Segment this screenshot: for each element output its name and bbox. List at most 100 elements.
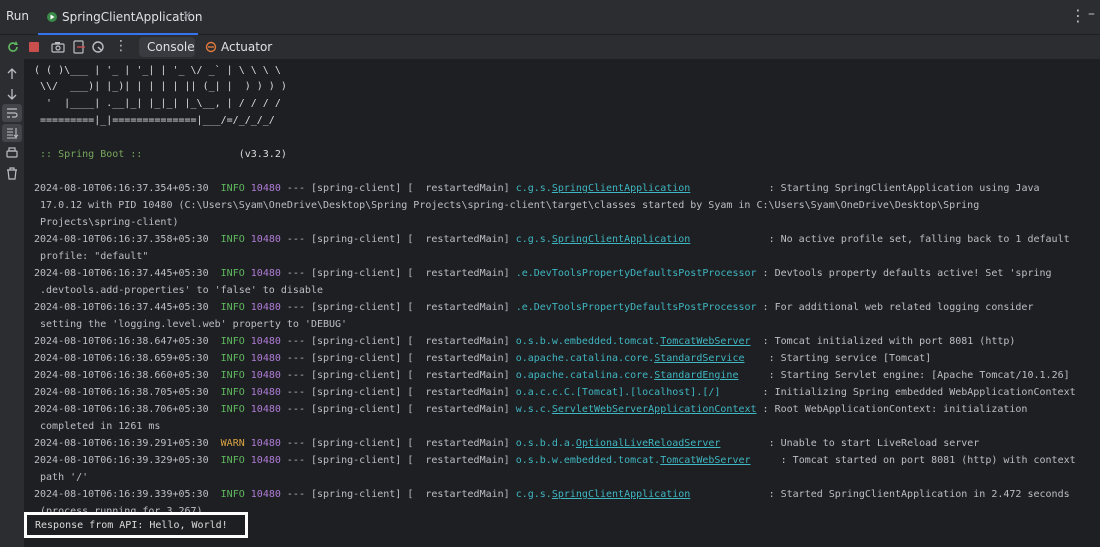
log-thread: --- [spring-client] [ restartedMain] — [280, 404, 516, 415]
console-output[interactable]: ( ( )\___ | '_ | '_| | '_ \/ _` | \ \ \ … — [24, 59, 1100, 547]
log-thread: --- [spring-client] [ restartedMain] — [280, 183, 516, 194]
log-line: 2024-08-10T06:16:39.339+05:30 INFO 10480… — [34, 487, 1070, 503]
log-logger-link[interactable]: StandardEngine — [654, 370, 738, 381]
log-message: : Tomcat initialized with port 8081 (htt… — [756, 336, 1016, 347]
log-logger-link[interactable]: ServletWebServerApplicationContext — [552, 404, 757, 415]
log-line: 2024-08-10T06:16:38.659+05:30 INFO 10480… — [34, 351, 931, 367]
soft-wrap-icon[interactable] — [4, 105, 20, 121]
log-logger: o.s.b.d.a. — [515, 438, 576, 449]
log-thread: --- [spring-client] [ restartedMain] — [280, 268, 516, 279]
log-continuation: profile: "default" — [34, 251, 149, 262]
log-padding — [738, 370, 762, 381]
log-logger-link[interactable]: StandardService — [654, 353, 744, 364]
print-icon[interactable] — [4, 145, 20, 161]
run-app-icon — [47, 12, 57, 22]
scroll-to-end-icon[interactable] — [4, 125, 20, 141]
banner-line: \\/ ___)| |_)| | | | | || (_| | ) ) ) ) — [34, 81, 287, 92]
log-logger-link[interactable]: OptionalLiveReloadServer — [576, 438, 721, 449]
log-level: INFO — [220, 387, 245, 398]
log-padding — [745, 353, 763, 364]
spring-boot-version: (v3.3.2) — [148, 149, 287, 160]
log-timestamp: 2024-08-10T06:16:38.659+05:30 — [34, 353, 209, 364]
log-line: 2024-08-10T06:16:37.445+05:30 INFO 10480… — [34, 300, 1033, 316]
tab-console[interactable]: Console — [139, 37, 195, 57]
log-logger: c.g.s. — [515, 234, 552, 245]
more-vertical-icon[interactable]: ⋮ — [1070, 6, 1086, 25]
log-thread: --- [spring-client] [ restartedMain] — [280, 234, 516, 245]
actuator-icon — [205, 41, 217, 53]
log-pid: 10480 — [250, 183, 281, 194]
log-padding — [690, 234, 762, 245]
log-pid: 10480 — [250, 489, 281, 500]
log-message: : Starting Servlet engine: [Apache Tomca… — [762, 370, 1070, 381]
log-padding — [690, 489, 762, 500]
log-logger: w.s.c. — [515, 404, 552, 415]
log-line: 2024-08-10T06:16:37.445+05:30 INFO 10480… — [34, 266, 1052, 282]
log-logger-link[interactable]: TomcatWebServer — [660, 455, 750, 466]
log-level: INFO — [220, 336, 245, 347]
log-pid: 10480 — [250, 302, 281, 313]
log-logger-link[interactable]: SpringClientApplication — [552, 489, 690, 500]
close-icon[interactable]: × — [182, 8, 192, 22]
tool-window-title[interactable]: Run — [6, 9, 29, 23]
log-level: INFO — [220, 489, 245, 500]
log-logger: c.g.s. — [515, 183, 552, 194]
log-logger: .e.DevToolsPropertyDefaultsPostProcessor — [515, 268, 757, 279]
arrow-up-icon[interactable] — [4, 66, 20, 82]
stop-icon[interactable] — [26, 39, 42, 55]
log-message: : Unable to start LiveReload server — [762, 438, 980, 449]
log-continuation: Projects\spring-client) — [34, 217, 179, 228]
log-timestamp: 2024-08-10T06:16:37.358+05:30 — [34, 234, 209, 245]
log-level: INFO — [220, 370, 245, 381]
trash-icon[interactable] — [4, 165, 20, 181]
log-thread: --- [spring-client] [ restartedMain] — [280, 489, 516, 500]
log-continuation: completed in 1261 ms — [34, 421, 161, 432]
arrow-down-icon[interactable] — [4, 86, 20, 102]
log-level: INFO — [220, 302, 245, 313]
log-thread: --- [spring-client] [ restartedMain] — [280, 353, 516, 364]
log-level: INFO — [220, 353, 245, 364]
tool-window-header: Run SpringClientApplication × ⋮ – — [0, 0, 1100, 35]
log-logger-link[interactable]: SpringClientApplication — [552, 234, 690, 245]
log-continuation: .devtools.add-properties' to 'false' to … — [34, 285, 323, 296]
log-line: 2024-08-10T06:16:38.660+05:30 INFO 10480… — [34, 368, 1070, 384]
tab-actuator[interactable]: Actuator — [221, 40, 272, 54]
log-logger-link[interactable]: SpringClientApplication — [552, 183, 690, 194]
log-thread: --- [spring-client] [ restartedMain] — [280, 302, 516, 313]
log-timestamp: 2024-08-10T06:16:39.291+05:30 — [34, 438, 209, 449]
log-logger: o.apache.catalina.core. — [515, 353, 655, 364]
tab-console-label: Console — [147, 40, 195, 54]
log-level: INFO — [220, 455, 245, 466]
log-message: : Starting service [Tomcat] — [762, 353, 932, 364]
log-padding — [720, 438, 762, 449]
log-thread: --- [spring-client] [ restartedMain] — [280, 336, 516, 347]
minimize-icon[interactable]: – — [1088, 6, 1095, 22]
log-timestamp: 2024-08-10T06:16:38.706+05:30 — [34, 404, 209, 415]
log-logger: o.apache.catalina.core. — [515, 370, 655, 381]
log-pid: 10480 — [250, 370, 281, 381]
rerun-icon[interactable] — [5, 39, 21, 55]
exit-icon[interactable] — [71, 39, 87, 55]
log-timestamp: 2024-08-10T06:16:37.354+05:30 — [34, 183, 209, 194]
more-vertical-icon[interactable]: ⋮ — [114, 38, 128, 54]
log-logger: o.a.c.c.C.[Tomcat].[localhost].[/] — [515, 387, 721, 398]
log-thread: --- [spring-client] [ restartedMain] — [280, 455, 516, 466]
log-level: INFO — [220, 404, 245, 415]
log-message: : Root WebApplicationContext: initializa… — [756, 404, 1028, 415]
log-line: 2024-08-10T06:16:38.647+05:30 INFO 10480… — [34, 334, 1015, 350]
log-pid: 10480 — [250, 268, 281, 279]
camera-icon[interactable] — [50, 39, 66, 55]
log-timestamp: 2024-08-10T06:16:39.339+05:30 — [34, 489, 209, 500]
log-logger-link[interactable]: TomcatWebServer — [660, 336, 750, 347]
log-padding — [690, 183, 762, 194]
log-continuation: 17.0.12 with PID 10480 (C:\Users\Syam\On… — [34, 200, 980, 211]
settings-icon[interactable] — [90, 39, 106, 55]
tab-spring-client-application[interactable]: SpringClientApplication × — [38, 0, 203, 35]
